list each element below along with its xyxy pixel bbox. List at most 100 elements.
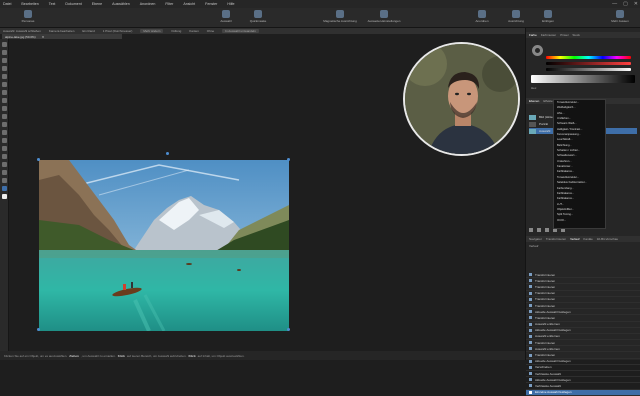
crop-tool-icon[interactable] [2,58,7,63]
selection-brush-icon[interactable] [2,66,7,71]
status-bold-1: Ziehen [69,353,79,358]
arrange-button[interactable]: Anordnen [468,10,496,23]
menu-ebene[interactable]: Ebene [92,2,102,6]
flood-fill-icon[interactable] [2,114,7,119]
selection-handle-icon[interactable] [287,158,290,161]
menu-text[interactable]: Text [49,2,56,6]
more-button[interactable]: Mehr Aussen [606,10,634,23]
document-tab-label: alpine-lake.jpg (50.0%) [5,34,36,39]
history-header: Verlauf [529,244,539,248]
tab-history[interactable]: Verlauf [570,237,579,241]
history-step-icon [529,304,532,308]
move-tool-icon[interactable] [2,42,7,47]
selection-handle-icon[interactable] [287,328,290,331]
close-tab-icon[interactable]: ✕ [42,35,45,39]
history-step-icon [529,384,532,388]
status-bold-3: Klick [188,353,196,358]
opacity-strip[interactable] [531,75,635,83]
paint-brush-icon[interactable] [2,98,7,103]
dodge-tool-icon[interactable] [2,130,7,135]
history-step-icon [529,359,532,363]
none-dropdown[interactable]: Ohne [207,29,214,33]
menu-dokument[interactable]: Dokument [65,2,81,6]
selection-icon [222,10,230,18]
menu-item[interactable]: OCIO... [554,218,605,223]
menu-bearbeiten[interactable]: Bearbeiten [21,2,38,6]
selection-handle-icon[interactable] [37,328,40,331]
snapping-button[interactable]: Magnetische Ausrichtung [323,10,357,23]
history-label: Transformieren [535,278,556,283]
tab-stock[interactable]: Stock [572,33,580,37]
history-label: Verschieben [535,365,552,370]
add-layer-icon[interactable] [529,228,533,232]
menu-auswaehlen[interactable]: Auswählen [112,2,130,6]
history-label: Transformieren [535,291,556,296]
flood-select-icon[interactable] [2,90,7,95]
snapping-icon [336,10,344,18]
personas-button[interactable]: Personas [14,10,42,23]
maximize-icon[interactable]: ▢ [623,1,628,7]
edges-dropdown[interactable]: Kanten [189,29,199,33]
selection-button[interactable]: Auswahl [212,10,240,23]
shape-tool-icon[interactable] [2,162,7,167]
tab-ebenen[interactable]: Ebenen [529,99,539,103]
tab-farbe[interactable]: Farbe [529,33,537,37]
history-step-icon [529,291,532,295]
quickmask-button[interactable]: Quickmaske [244,10,272,23]
saturation-slider[interactable] [546,62,631,65]
tab-transform[interactable]: Transformieren [546,237,566,241]
erase-brush-icon[interactable] [2,106,7,111]
rotation-handle-icon[interactable] [166,152,169,155]
mask-icon[interactable] [537,228,541,232]
gradient-tool-icon[interactable] [2,122,7,127]
status-text-2: auf leeren Bereich, um Auswahl aufzuhebe… [126,353,187,358]
menu-hilfe[interactable]: Hilfe [227,2,234,6]
hue-slider[interactable] [546,56,631,59]
history-step-icon [529,273,532,277]
expand-settings-icon [380,10,388,18]
history-step-icon [529,372,532,376]
align-button[interactable]: Ausrichtung [502,10,530,23]
lightness-slider[interactable] [546,68,631,71]
menu-ansicht[interactable]: Ansicht [183,2,195,6]
color-wheel[interactable] [532,45,543,56]
history-item-active[interactable]: Einzelne Auswahl festlegen [526,389,640,396]
menu-fenster[interactable]: Fenster [205,2,217,6]
clone-tool-icon[interactable] [2,138,7,143]
menu-bar: Datei Bearbeiten Text Dokument Ebene Aus… [0,0,640,8]
quickmask-icon [254,10,262,18]
text-tool-icon[interactable] [2,170,7,175]
secondary-color-icon[interactable] [2,194,7,199]
marquee-tool-icon[interactable] [2,74,7,79]
tab-farbmuster[interactable]: Farbmuster [541,33,556,37]
view-tool-icon[interactable] [2,50,7,55]
freehand-selection-icon[interactable] [2,82,7,87]
tab-32bit-preview[interactable]: 32-Bit-Vorschau [597,237,618,241]
insert-button[interactable]: Einfügen [534,10,562,23]
fill-dropdown[interactable]: Füllung [171,29,181,33]
adjustment-icon[interactable] [545,228,549,232]
pen-tool-icon[interactable] [2,154,7,159]
menu-filter[interactable]: Filter [165,2,173,6]
tab-navigator[interactable]: Navigator [529,237,542,241]
layer-thumbnail [529,114,536,120]
healing-tool-icon[interactable] [2,146,7,151]
history-step-icon [529,285,532,289]
menu-anordnen[interactable]: Anordnen [140,2,156,6]
close-icon[interactable]: ✕ [634,1,638,7]
tab-effekte[interactable]: Effekte [543,99,552,103]
history-label: Auswahl entfernen [535,322,560,327]
tab-channels[interactable]: Kanäle [583,237,592,241]
menu-datei[interactable]: Datei [3,2,11,6]
lake-image [39,160,289,331]
history-label: Transformieren [535,315,556,320]
landscape-photo[interactable] [39,160,289,331]
convert-to-selection-button[interactable]: In Auswahl umwandeln [222,29,259,33]
tab-pinsel[interactable]: Pinsel [560,33,568,37]
selection-handle-icon[interactable] [37,158,40,161]
minimize-icon[interactable]: — [612,1,617,7]
more-change-button[interactable]: Mehr ändern [140,29,164,33]
primary-color-icon[interactable] [2,186,7,191]
zoom-tool-icon[interactable] [2,178,7,183]
expand-settings-button[interactable]: Ausweiten-Einstellungen [368,10,400,23]
